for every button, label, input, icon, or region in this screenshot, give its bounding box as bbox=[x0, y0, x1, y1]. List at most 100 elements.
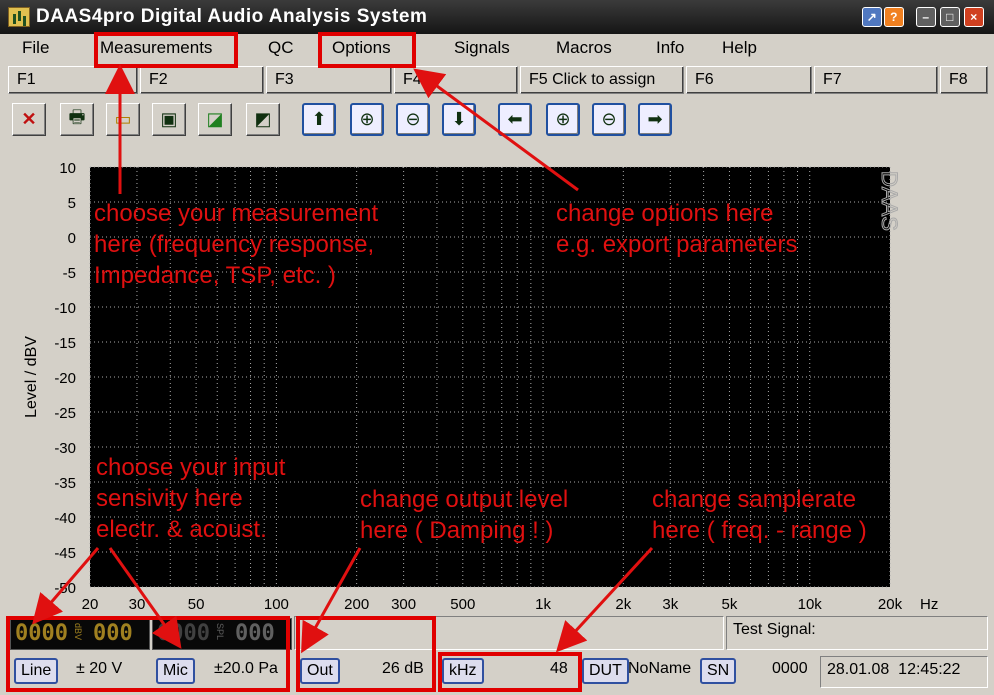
level-meter-line: 0000 dBV 000 bbox=[10, 618, 150, 650]
maximize-icon[interactable]: □ bbox=[940, 7, 960, 27]
status-blank bbox=[294, 616, 724, 650]
dut-name-value: NoName bbox=[628, 660, 692, 677]
annotation-options: change options here e.g. export paramete… bbox=[556, 200, 798, 258]
led-peak-left: 000 bbox=[93, 621, 133, 646]
window-title: DAAS4pro Digital Audio Analysis System bbox=[36, 6, 428, 27]
title-bar: DAAS4pro Digital Audio Analysis System ↗… bbox=[0, 0, 994, 34]
x-tick-label: 100 bbox=[264, 596, 289, 613]
annotation-samplerate: change samplerate here ( freq. - range ) bbox=[652, 486, 867, 544]
sn-button[interactable]: SN bbox=[700, 658, 737, 684]
arrow-left-icon[interactable]: ⬅ bbox=[498, 103, 532, 136]
import-icon[interactable]: ◩ bbox=[246, 103, 280, 136]
menu-file[interactable]: File bbox=[22, 38, 49, 58]
x-tick-label: 5k bbox=[722, 596, 738, 613]
menu-info[interactable]: Info bbox=[656, 38, 684, 58]
x-tick-label: 20k bbox=[878, 596, 903, 613]
y-tick-label: -50 bbox=[54, 580, 76, 597]
x-tick-label: 500 bbox=[450, 596, 475, 613]
zoom-in-h-icon[interactable]: ⊕ bbox=[546, 103, 580, 136]
test-signal-label: Test Signal: bbox=[733, 621, 816, 638]
meter-row: 0000 dBV 000 0000 SPL 000 Test Signal: bbox=[10, 614, 988, 652]
y-axis-label: Level / dBV bbox=[23, 336, 40, 418]
khz-button[interactable]: kHz bbox=[442, 658, 484, 684]
fkey-f3[interactable]: F3 bbox=[266, 66, 392, 94]
x-tick-label: 20 bbox=[82, 596, 99, 613]
x-tick-label: 30 bbox=[129, 596, 146, 613]
led-value-right: 0000 bbox=[157, 621, 210, 646]
y-tick-label: -25 bbox=[54, 405, 76, 422]
out-level-value: 26 dB bbox=[382, 660, 424, 677]
annotation-measurement: choose your measurement here (frequency … bbox=[94, 200, 379, 289]
x-tick-label: 2k bbox=[615, 596, 631, 613]
save-icon[interactable]: ▣ bbox=[152, 103, 186, 136]
zoom-out-h-icon[interactable]: ⊖ bbox=[592, 103, 626, 136]
line-button[interactable]: Line bbox=[14, 658, 59, 684]
fkey-f8[interactable]: F8 bbox=[940, 66, 988, 94]
fkey-f2[interactable]: F2 bbox=[140, 66, 264, 94]
y-tick-label: 5 bbox=[68, 195, 76, 212]
print-icon[interactable]: 🖶 bbox=[60, 103, 94, 136]
x-tick-label: 200 bbox=[344, 596, 369, 613]
zoom-out-icon[interactable]: ⊖ bbox=[396, 103, 430, 136]
menu-measurements[interactable]: Measurements bbox=[100, 38, 212, 58]
x-tick-label: 3k bbox=[662, 596, 678, 613]
menu-macros[interactable]: Macros bbox=[556, 38, 612, 58]
menu-signals[interactable]: Signals bbox=[454, 38, 510, 58]
open-icon[interactable]: ▭ bbox=[106, 103, 140, 136]
annotation-input: choose your input sensivity here electr.… bbox=[96, 454, 286, 543]
y-tick-label: -45 bbox=[54, 545, 76, 562]
x-unit-label: Hz bbox=[920, 596, 938, 613]
close-icon[interactable]: × bbox=[964, 7, 984, 27]
y-tick-label: -15 bbox=[54, 335, 76, 352]
zoom-in-icon[interactable]: ⊕ bbox=[350, 103, 384, 136]
fkey-f1[interactable]: F1 bbox=[8, 66, 138, 94]
menu-options[interactable]: Options bbox=[332, 38, 391, 58]
y-tick-label: 10 bbox=[59, 160, 76, 177]
test-signal-box: Test Signal: bbox=[726, 616, 988, 650]
y-tick-label: -10 bbox=[54, 300, 76, 317]
y-tick-label: -30 bbox=[54, 440, 76, 457]
y-tick-label: -35 bbox=[54, 475, 76, 492]
settings-row: Line ± 20 V Mic ±20.0 Pa Out 26 dB kHz 4… bbox=[10, 652, 988, 692]
x-tick-label: 1k bbox=[535, 596, 551, 613]
x-tick-label: 10k bbox=[798, 596, 823, 613]
status-time: 12:45:22 bbox=[898, 661, 961, 678]
y-tick-label: 0 bbox=[68, 230, 76, 247]
annotation-output: change output level here ( Damping ! ) bbox=[360, 486, 569, 544]
menu-help[interactable]: Help bbox=[722, 38, 757, 58]
datetime-box: 28.01.08 12:45:22 bbox=[820, 656, 988, 688]
menu-bar: File Measurements QC Options Signals Mac… bbox=[0, 34, 994, 62]
status-date: 28.01.08 bbox=[827, 661, 890, 678]
sn-value: 0000 bbox=[772, 660, 808, 677]
x-tick-label: 50 bbox=[188, 596, 205, 613]
arrow-right-icon[interactable]: ➡ bbox=[638, 103, 672, 136]
y-tick-label: -20 bbox=[54, 370, 76, 387]
y-tick-label: -40 bbox=[54, 510, 76, 527]
app-icon bbox=[8, 7, 30, 27]
fkey-f7[interactable]: F7 bbox=[814, 66, 938, 94]
out-button[interactable]: Out bbox=[300, 658, 340, 684]
daas-watermark: DAAS bbox=[877, 171, 902, 231]
function-key-bar: F1 F2 F3 F4 F5 Click to assign F6 F7 F8 bbox=[0, 64, 994, 96]
led-value-left: 0000 bbox=[15, 621, 68, 646]
mic-range-value: ±20.0 Pa bbox=[214, 660, 278, 677]
toolbar: ✕ 🖶 ▭ ▣ ◪ ◩ ⬆ ⊕ ⊖ ⬇ ⬅ ⊕ ⊖ ➡ bbox=[0, 100, 994, 140]
arrow-down-icon[interactable]: ⬇ bbox=[442, 103, 476, 136]
export-icon[interactable]: ◪ bbox=[198, 103, 232, 136]
help-icon[interactable]: ? bbox=[884, 7, 904, 27]
pin-icon[interactable]: ↗ bbox=[862, 7, 882, 27]
mic-button[interactable]: Mic bbox=[156, 658, 195, 684]
menu-qc[interactable]: QC bbox=[268, 38, 294, 58]
fkey-f6[interactable]: F6 bbox=[686, 66, 812, 94]
level-meter-mic: 0000 SPL 000 bbox=[152, 618, 292, 650]
y-tick-label: -5 bbox=[63, 265, 76, 282]
fkey-f4[interactable]: F4 bbox=[394, 66, 518, 94]
minimize-icon[interactable]: – bbox=[916, 7, 936, 27]
line-range-value: ± 20 V bbox=[76, 660, 123, 677]
arrow-up-icon[interactable]: ⬆ bbox=[302, 103, 336, 136]
led-unit-right: SPL bbox=[215, 623, 225, 641]
led-peak-right: 000 bbox=[235, 621, 275, 646]
fkey-f5[interactable]: F5 Click to assign bbox=[520, 66, 684, 94]
cancel-icon[interactable]: ✕ bbox=[12, 103, 46, 136]
samplerate-value: 48 bbox=[550, 660, 568, 677]
